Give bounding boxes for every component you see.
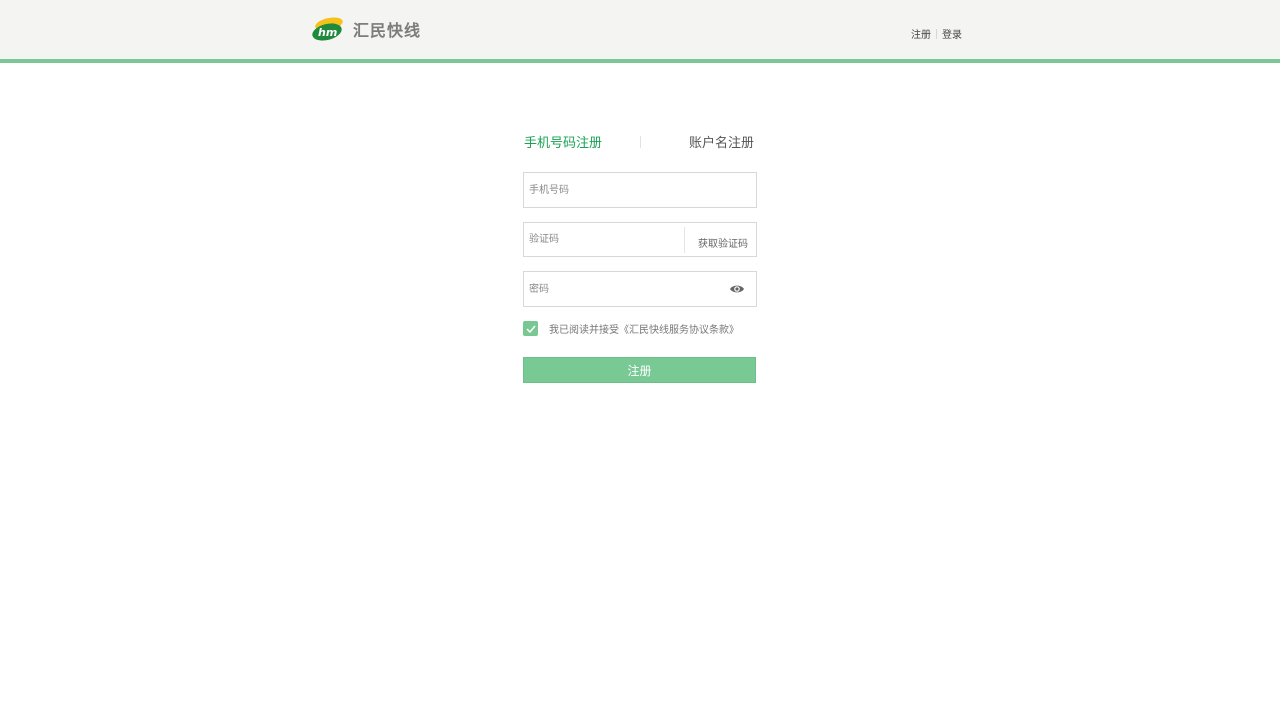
check-icon [525,325,536,333]
register-tabs: 手机号码注册 账户名注册 [524,132,756,152]
header-accent-line [0,59,1280,63]
agreement-text[interactable]: 我已阅读并接受《汇民快线服务协议条款》 [549,321,739,336]
svg-text:hm: hm [318,26,337,39]
code-field: 获取验证码 [523,222,757,257]
brand-logo[interactable]: hm 汇民快线 [312,16,421,42]
register-submit-button[interactable]: 注册 [523,357,756,383]
header-login-link[interactable]: 登录 [942,26,962,41]
header-link-divider [936,28,937,39]
get-code-button[interactable]: 获取验证码 [698,235,748,250]
hm-logo-icon: hm [312,17,343,41]
agreement-checkbox[interactable] [523,321,538,336]
eye-icon[interactable] [729,283,745,295]
brand-name: 汇民快线 [353,21,422,40]
tab-account-register[interactable]: 账户名注册 [689,132,754,151]
verification-code-input[interactable] [524,223,684,256]
phone-field [523,172,757,208]
header-register-link[interactable]: 注册 [911,26,931,41]
header-links: 注册 登录 [911,26,962,41]
password-input[interactable] [524,272,714,306]
code-field-divider [684,227,685,253]
tab-phone-register[interactable]: 手机号码注册 [524,132,602,151]
agreement-row: 我已阅读并接受《汇民快线服务协议条款》 [523,321,739,336]
top-header: hm 汇民快线 注册 登录 [0,0,1280,60]
password-field [523,271,757,307]
tab-divider [640,136,641,148]
phone-input[interactable] [524,173,756,207]
